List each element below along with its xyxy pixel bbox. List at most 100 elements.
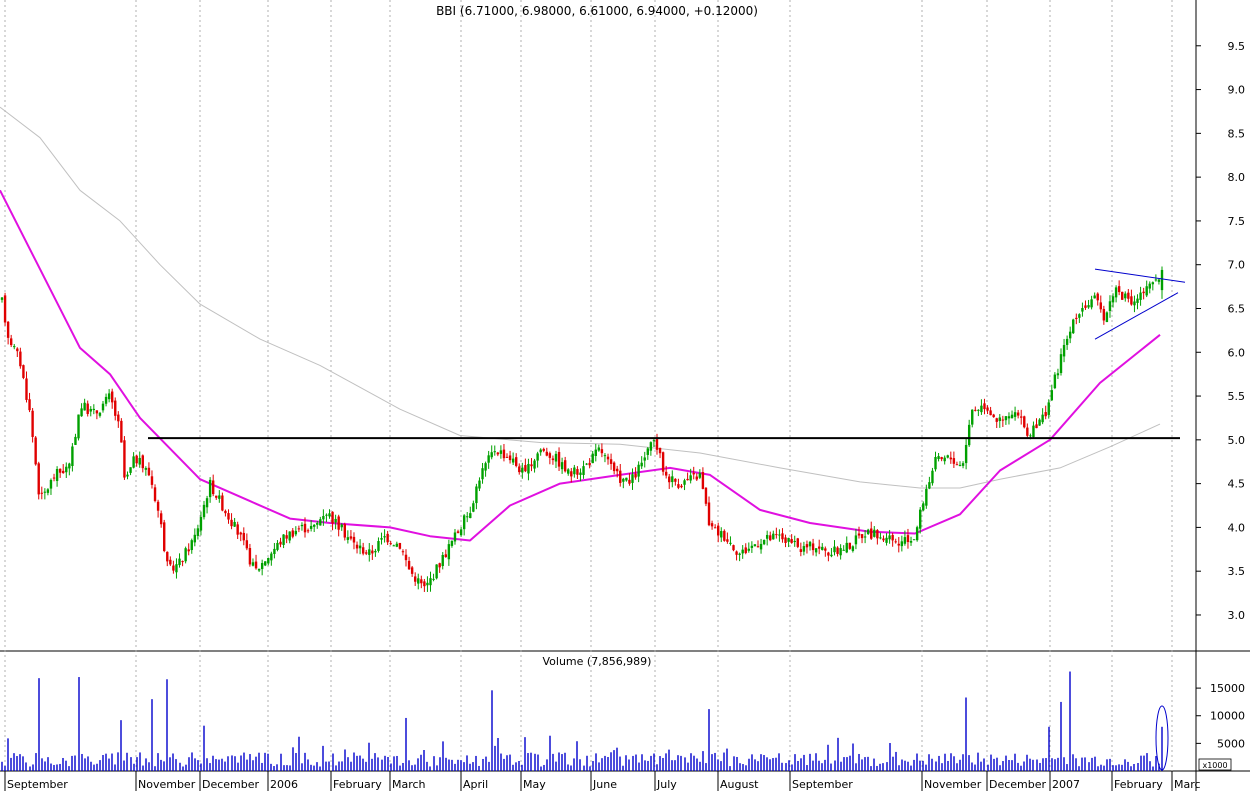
candle-body [349,536,353,539]
candle-body [668,476,671,483]
candle-body [836,547,839,554]
candle-body [603,455,607,457]
candle-body [1136,298,1139,303]
candle-body [545,451,549,456]
candle-body [423,581,426,587]
candle-body [365,552,368,554]
candle-body [781,533,784,540]
candle-body [432,578,435,580]
candle-body [505,456,509,458]
candle-body [729,542,732,544]
candle-body [1096,293,1099,301]
candle-body [772,533,775,540]
candle-body [824,548,827,551]
candle-body [447,544,451,560]
candle-body [257,568,261,571]
candle-body [539,449,542,453]
candle-body [166,551,169,562]
candle-body [934,456,937,470]
candle-body [588,462,591,466]
y-tick-label: 5.5 [1228,390,1246,403]
candle-body [58,468,62,473]
candle-body [827,552,830,556]
candle-body [974,409,977,411]
candle-body [361,547,365,554]
x-tick-label: August [720,778,759,791]
candle-body [992,414,995,418]
candle-body [202,504,206,518]
x-tick-label: February [333,778,382,791]
candle-body [456,531,460,533]
candle-body [331,511,334,524]
y-tick-label: 7.5 [1228,215,1246,228]
x-tick-label: November [138,778,196,791]
candle-body [123,440,126,478]
candle-body [1038,419,1041,426]
candle-body [713,527,717,529]
candle-body [129,467,132,473]
y-tick-label: 8.0 [1228,171,1246,184]
candle-body [863,536,867,538]
candle-body [882,538,885,541]
candle-body [478,480,481,489]
candle-body [107,393,111,400]
candle-body [459,529,463,536]
candle-body [490,452,493,458]
candle-body [533,460,536,469]
candle-body [184,548,187,562]
candle-body [181,561,184,563]
candle-body [643,457,646,461]
candle-body [98,412,102,416]
x-tick-label: May [523,778,546,791]
candle-body [1102,308,1106,321]
candle-body [961,463,965,466]
x-tick-label: June [592,778,617,791]
candle-body [1111,296,1115,303]
candle-body [462,515,466,530]
candle-body [909,540,913,543]
candle-body [928,482,931,489]
candle-body [1053,374,1057,389]
candle-body [65,466,68,473]
candle-body [340,524,343,528]
candle-body [89,408,92,412]
candle-body [922,503,925,511]
candle-body [1121,291,1124,300]
candle-body [769,535,772,541]
candle-body [839,548,842,556]
candle-body [13,346,16,348]
x-tick-label: Marc [1174,778,1201,791]
candle-body [698,473,702,478]
candle-body [496,452,500,455]
candle-body [218,495,221,499]
candle-body [309,525,313,529]
candle-body [1016,412,1020,416]
candle-body [689,475,692,481]
candle-body [536,453,539,461]
candle-body [358,545,362,549]
candle-body [37,463,40,495]
candle-body [77,414,80,439]
candle-body [1032,425,1035,438]
candle-body [175,564,178,573]
candle-body [677,484,680,488]
candle-body [352,536,356,543]
candle-body [524,465,527,472]
candle-body [1093,295,1096,299]
candle-body [1160,269,1164,291]
candle-body [325,514,328,516]
candle-body [640,462,643,467]
candle-body [612,462,616,472]
candle-body [735,551,738,555]
candle-body [680,485,683,488]
candle-body [43,491,47,493]
candle-body [147,467,151,476]
candle-body [16,348,19,352]
y-tick-label: 3.5 [1228,565,1246,578]
candle-body [530,464,533,467]
candle-body [1124,293,1127,299]
candle-body [521,467,524,473]
candle-body [805,544,809,548]
candle-body [413,576,417,582]
candle-body [802,546,806,552]
